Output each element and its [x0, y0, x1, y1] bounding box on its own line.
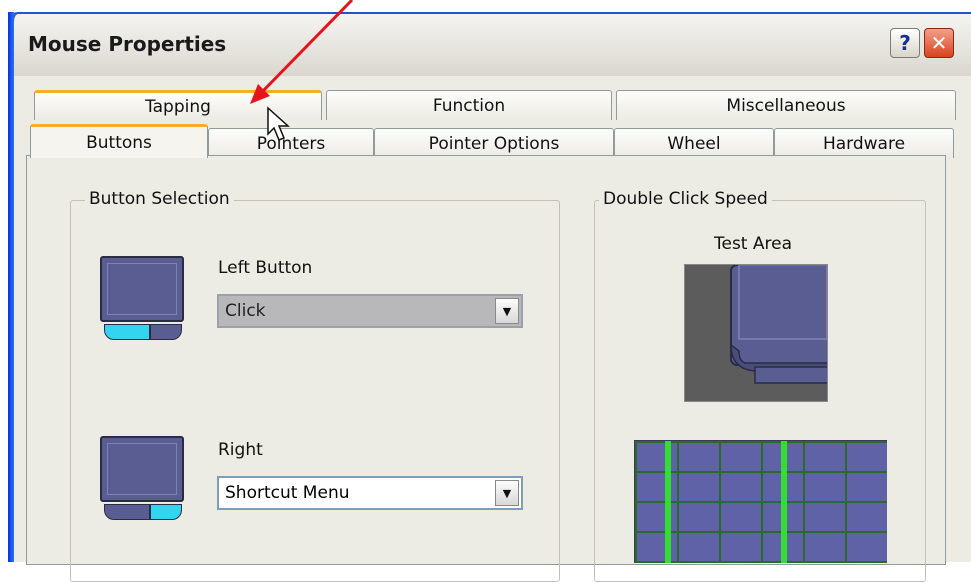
left-button-value: Click — [225, 301, 266, 321]
close-button[interactable]: ✕ — [924, 28, 954, 58]
touchpad-surface-icon — [100, 256, 184, 322]
right-button-value: Shortcut Menu — [225, 483, 350, 503]
window-frame-left — [8, 12, 14, 562]
touchpad-left-button — [104, 504, 150, 520]
touchpad-surface-icon — [100, 436, 184, 502]
tab-buttons-label: Buttons — [86, 132, 152, 153]
tab-pointers[interactable]: Pointers — [208, 128, 374, 158]
tab-pointer-options[interactable]: Pointer Options — [374, 128, 614, 158]
tab-pointers-label: Pointers — [256, 133, 326, 154]
touchpad-left-icon — [100, 256, 184, 348]
double-click-speed-label: Double Click Speed — [599, 189, 772, 209]
tab-function[interactable]: Function — [326, 90, 612, 120]
touchpad-right-icon — [100, 436, 184, 528]
right-button-dropdown[interactable]: Shortcut Menu ▼ — [217, 476, 523, 510]
right-button-label: Right — [218, 440, 263, 460]
chevron-down-icon[interactable]: ▼ — [495, 480, 519, 506]
test-area-touchpad-image — [685, 265, 827, 401]
tab-miscellaneous-label: Miscellaneous — [726, 95, 846, 116]
left-button-dropdown[interactable]: Click ▼ — [217, 294, 523, 328]
touchpad-right-button — [150, 324, 182, 340]
chevron-down-icon[interactable]: ▼ — [495, 298, 519, 324]
tab-wheel[interactable]: Wheel — [614, 128, 774, 158]
grid-marker-right — [781, 441, 787, 563]
left-button-label: Left Button — [218, 258, 313, 278]
tab-pointer-options-label: Pointer Options — [428, 133, 560, 154]
tab-tapping-label: Tapping — [145, 96, 211, 117]
close-icon: ✕ — [930, 31, 948, 55]
double-click-test-area[interactable] — [684, 264, 828, 402]
touchpad-left-button-highlighted — [104, 324, 150, 340]
grid-marker-left — [665, 441, 671, 563]
tab-wheel-label: Wheel — [667, 133, 721, 154]
tab-miscellaneous[interactable]: Miscellaneous — [616, 90, 956, 120]
question-icon: ? — [899, 31, 911, 55]
button-selection-label: Button Selection — [85, 189, 234, 209]
tab-hardware-label: Hardware — [822, 133, 906, 154]
tab-hardware[interactable]: Hardware — [774, 128, 954, 158]
title-bar[interactable]: Mouse Properties ? ✕ — [8, 12, 971, 76]
tab-function-label: Function — [432, 95, 506, 116]
test-area-label: Test Area — [714, 234, 793, 254]
double-click-speed-grid[interactable] — [634, 440, 887, 563]
touchpad-right-button-highlighted — [150, 504, 182, 520]
tab-tapping[interactable]: Tapping — [34, 90, 322, 120]
help-button[interactable]: ? — [890, 28, 920, 58]
tab-buttons[interactable]: Buttons — [30, 124, 208, 158]
window-title: Mouse Properties — [28, 32, 227, 56]
